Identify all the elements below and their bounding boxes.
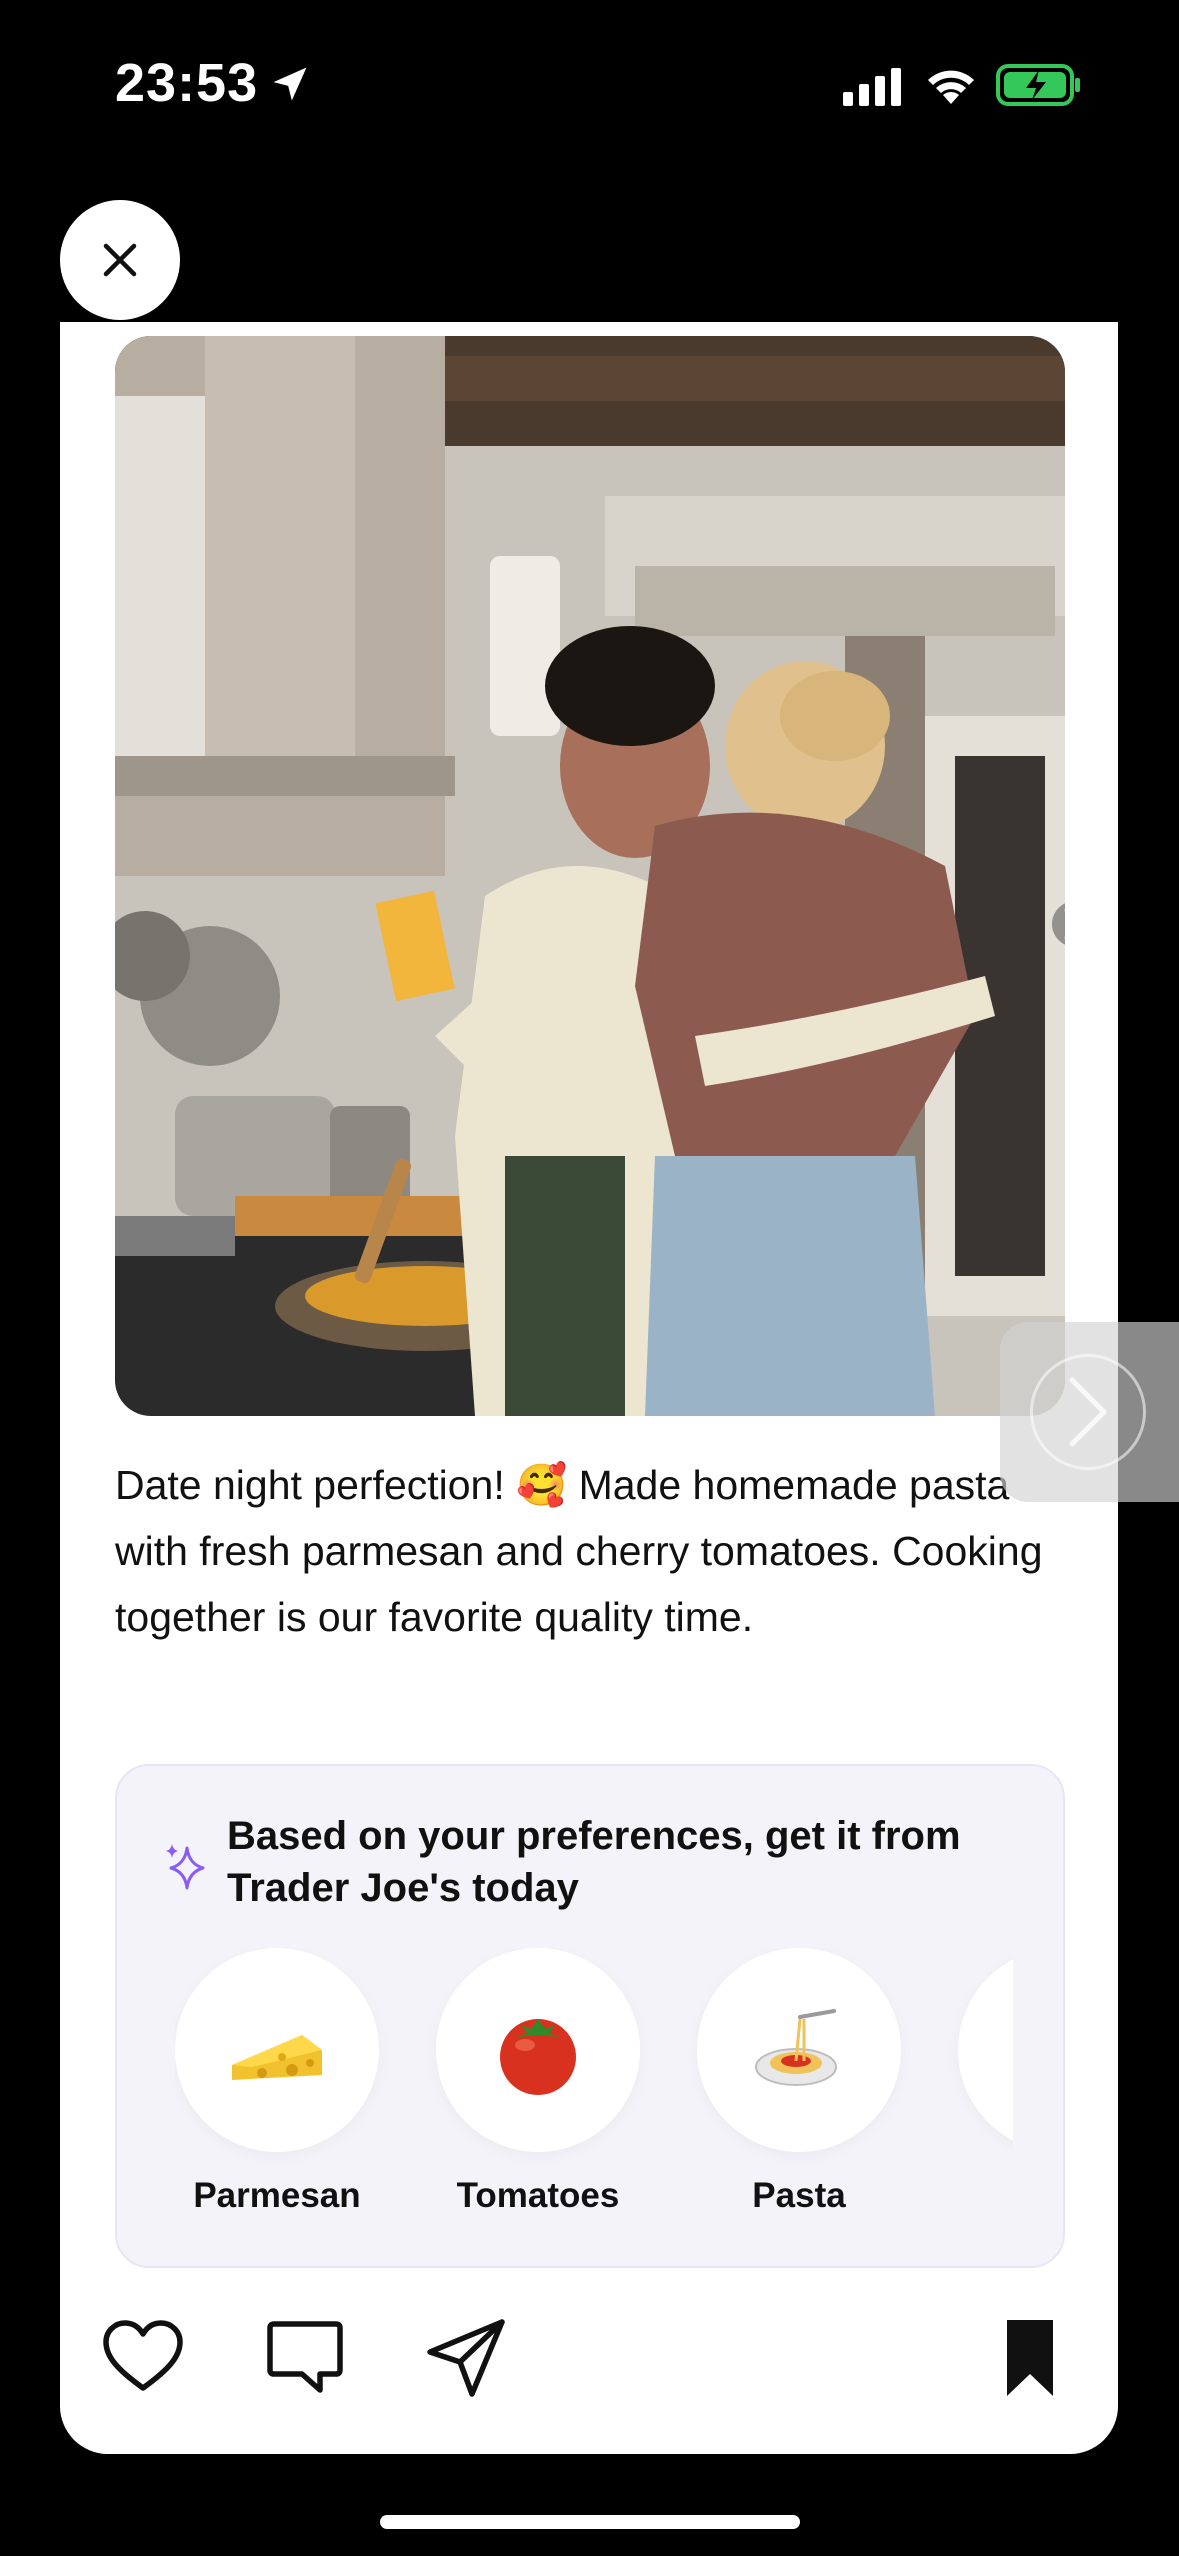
recommendation-items: Parmesan Tomatoes Pasta xyxy=(175,1948,1013,2248)
close-button[interactable] xyxy=(60,200,180,320)
status-bar: 23:53 xyxy=(0,0,1179,180)
post-photo[interactable] xyxy=(115,336,1065,1416)
comment-button[interactable] xyxy=(260,2312,350,2402)
cooking-couple-image xyxy=(115,336,1065,1416)
action-bar xyxy=(60,2312,1118,2422)
cheese-icon xyxy=(232,2035,322,2080)
like-button[interactable] xyxy=(98,2312,188,2402)
comment-icon xyxy=(267,2321,343,2393)
recommendation-item-tomatoes[interactable]: Tomatoes xyxy=(436,1948,640,2216)
battery-charging-icon xyxy=(996,64,1080,106)
status-time: 23:53 xyxy=(115,53,259,113)
save-button[interactable] xyxy=(985,2312,1075,2402)
post-caption: Date night perfection! 🥰 Made homemade p… xyxy=(115,1462,1043,1640)
sparkle-icon xyxy=(166,1844,205,1890)
chevron-right-icon xyxy=(1064,908,1065,940)
recommendation-label: Tomatoes xyxy=(456,2176,620,2215)
cellular-signal-icon xyxy=(843,68,901,106)
recommendation-panel: Based on your preferences, get it from T… xyxy=(115,1764,1065,2268)
recommendation-title: Based on your preferences, get it from T… xyxy=(227,1814,961,1910)
recommendation-label: Parmesan xyxy=(193,2176,361,2215)
heart-icon xyxy=(103,2320,183,2391)
post-card: Date night perfection! 🥰 Made homemade p… xyxy=(60,322,1118,2454)
spaghetti-icon xyxy=(755,2009,837,2086)
location-arrow-icon xyxy=(273,67,307,101)
recommendation-item-more[interactable] xyxy=(958,1948,1013,2152)
photo-next-button[interactable] xyxy=(1052,901,1065,947)
home-indicator[interactable] xyxy=(380,2515,800,2529)
close-icon xyxy=(103,243,137,277)
recommendation-item-pasta[interactable]: Pasta xyxy=(697,1948,901,2216)
send-icon xyxy=(427,2319,505,2397)
wifi-icon xyxy=(928,70,974,104)
share-button[interactable] xyxy=(422,2312,512,2402)
recommendation-label: Pasta xyxy=(752,2176,846,2215)
tomato-icon xyxy=(500,2019,576,2095)
next-post-button[interactable] xyxy=(1000,1322,1179,1502)
bookmark-icon xyxy=(1007,2320,1053,2396)
recommendation-item-parmesan[interactable]: Parmesan xyxy=(175,1948,379,2216)
chevron-right-icon xyxy=(1069,1377,1107,1447)
